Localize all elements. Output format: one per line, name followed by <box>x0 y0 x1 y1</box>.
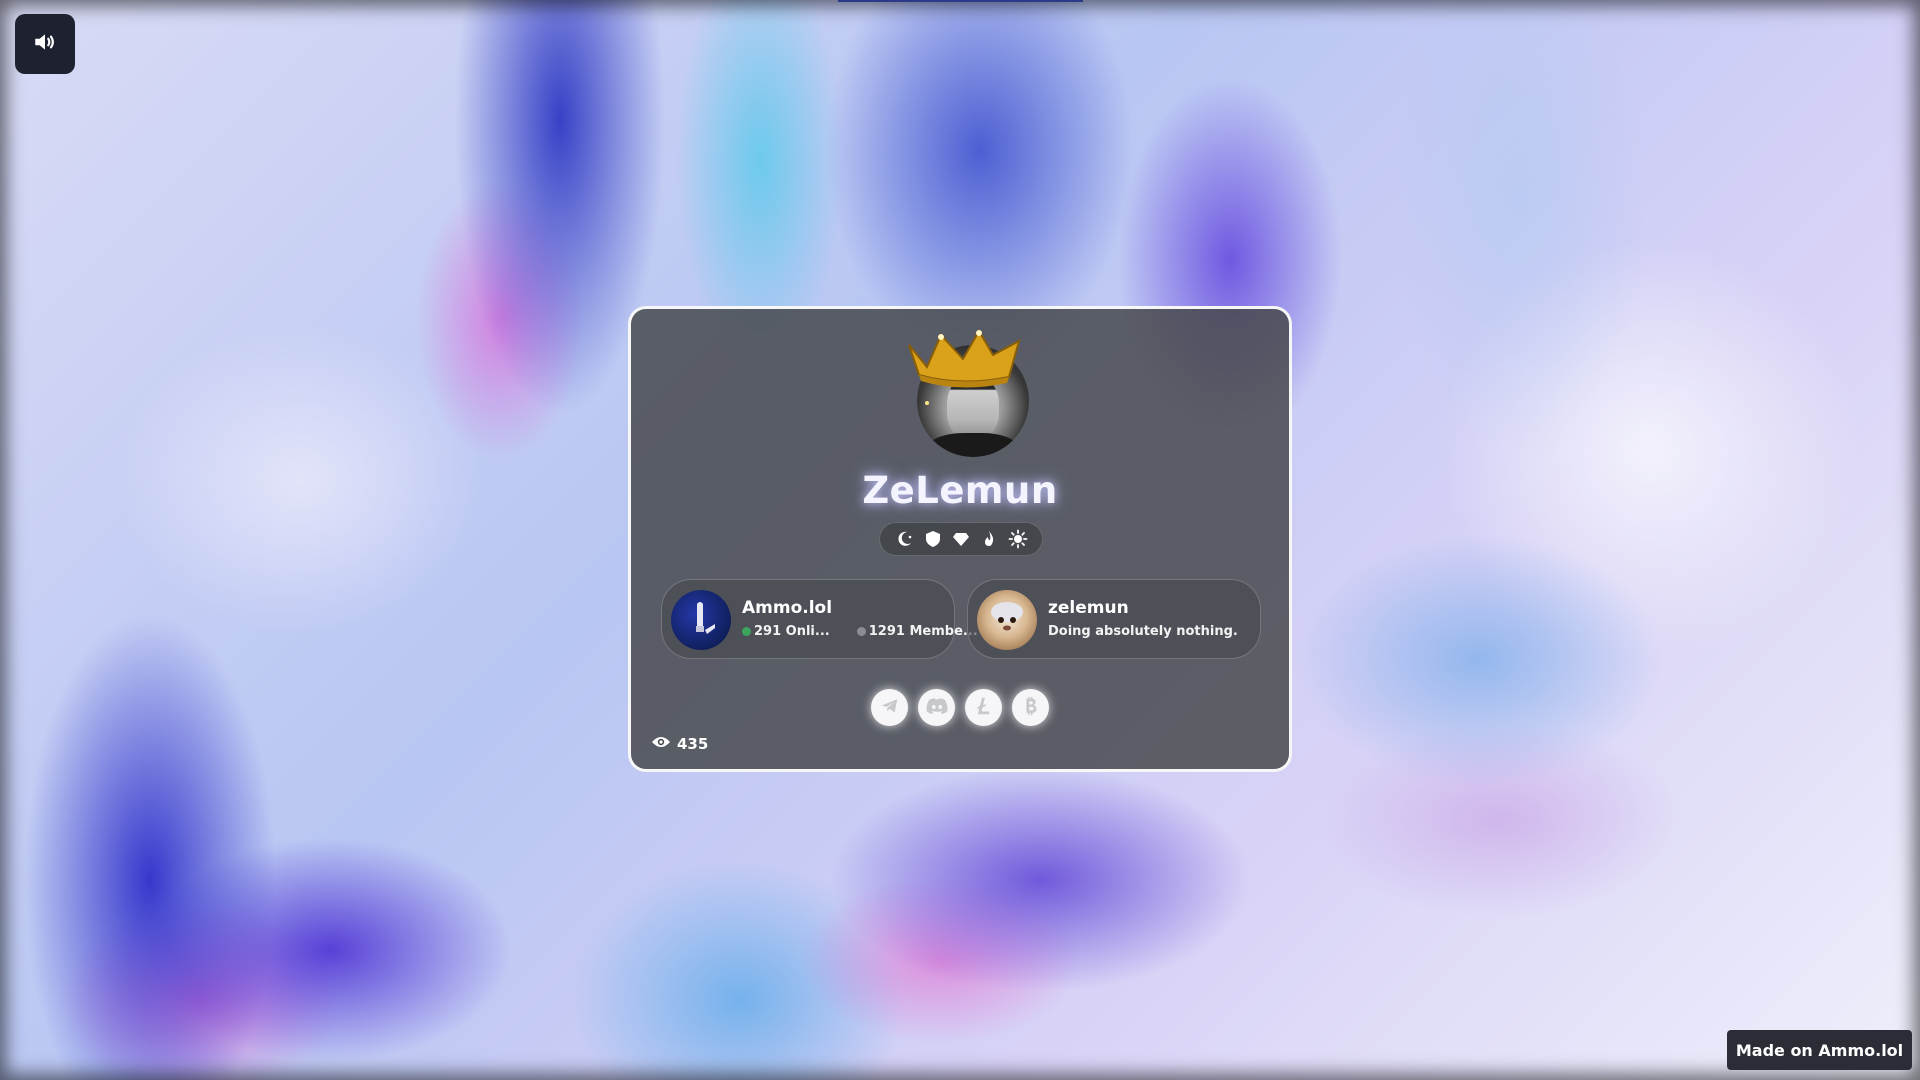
sun-icon[interactable] <box>1007 528 1029 550</box>
bitcoin-link[interactable] <box>1012 689 1049 726</box>
bitcoin-icon <box>1020 695 1042 721</box>
server-logo-icon <box>671 590 731 650</box>
discord-status: Doing absolutely nothing. <box>1048 624 1238 639</box>
discord-link[interactable] <box>918 689 955 726</box>
telegram-link[interactable] <box>871 689 908 726</box>
view-counter: 435 <box>651 735 708 753</box>
avatar-container <box>901 329 1041 469</box>
profile-card: ZeLemun Ammo.lol 291 Onli... 1291 Membe.… <box>628 306 1292 772</box>
username: ZeLemun <box>862 469 1058 512</box>
member-count: 1291 Membe... <box>868 624 978 639</box>
online-dot <box>742 627 751 636</box>
flame-icon[interactable] <box>978 528 1000 550</box>
discord-username: zelemun <box>1048 598 1129 618</box>
moon-icon[interactable] <box>893 528 915 550</box>
members-dot <box>856 627 866 636</box>
server-stats: 291 Onli... 1291 Membe... <box>742 624 978 639</box>
user-avatar <box>977 590 1037 650</box>
top-accent-line <box>838 0 1083 2</box>
discord-server-widget[interactable]: Ammo.lol 291 Onli... 1291 Membe... <box>661 579 978 659</box>
view-count: 435 <box>677 735 709 753</box>
discord-user-widget[interactable]: zelemun Doing absolutely nothing. <box>967 579 1261 659</box>
litecoin-link[interactable] <box>965 689 1002 726</box>
discord-icon <box>925 695 949 721</box>
telegram-icon <box>879 695 901 721</box>
badge-bar <box>879 522 1043 556</box>
social-links <box>871 689 1049 726</box>
gem-icon[interactable] <box>950 528 972 550</box>
shield-icon[interactable] <box>922 528 944 550</box>
online-count: 291 Onli... <box>754 624 830 639</box>
made-on-ammo-link[interactable]: Made on Ammo.lol <box>1727 1030 1912 1070</box>
sound-toggle-button[interactable] <box>15 14 75 74</box>
speaker-icon <box>32 29 58 59</box>
litecoin-icon <box>973 695 995 721</box>
crown-decoration-icon <box>901 325 1041 409</box>
eye-icon <box>651 735 671 753</box>
server-name: Ammo.lol <box>742 598 833 618</box>
